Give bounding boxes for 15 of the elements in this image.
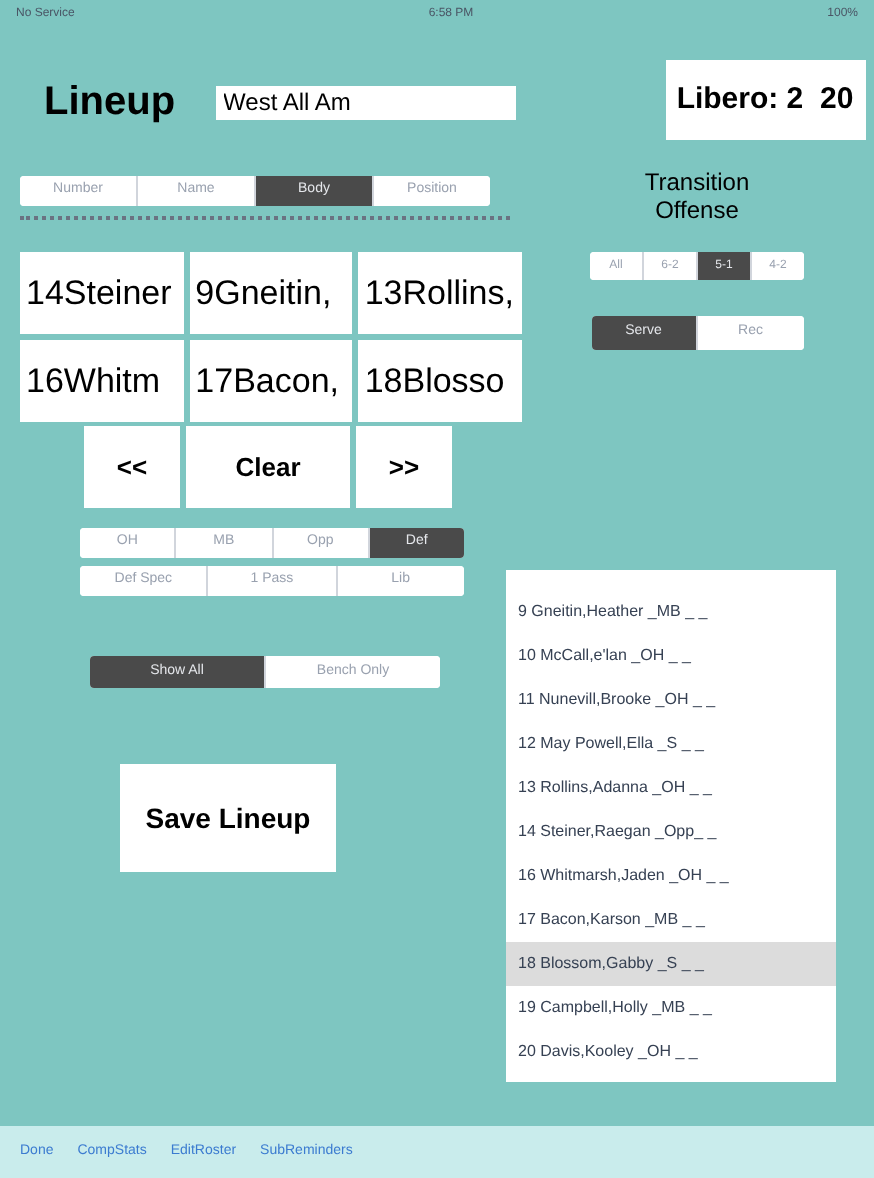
save-lineup-button[interactable]: Save Lineup <box>120 764 336 872</box>
nav-button[interactable]: >> <box>356 426 452 508</box>
lineup-slot[interactable]: 18Blosso <box>358 340 522 422</box>
lineup-slot[interactable]: 16Whitm <box>20 340 184 422</box>
lineup-slot[interactable]: 17Bacon, <box>189 340 353 422</box>
roster-row[interactable]: 18 Blossom,Gabby _S _ _ <box>506 942 836 986</box>
transition-offense-label: Transition Offense <box>642 168 752 224</box>
nav-button[interactable]: << <box>84 426 180 508</box>
nav-button[interactable]: Clear <box>186 426 350 508</box>
lineup-name-field[interactable]: West All Am <box>215 85 516 119</box>
lineup-slot[interactable]: 14Steiner <box>20 252 184 334</box>
libero-label: Libero: 2 20 <box>665 60 865 140</box>
lineup-slot[interactable]: 9Gneitin, <box>189 252 353 334</box>
lineup-slot[interactable]: 13Rollins, <box>358 252 522 334</box>
page-title: Lineup <box>44 78 176 128</box>
